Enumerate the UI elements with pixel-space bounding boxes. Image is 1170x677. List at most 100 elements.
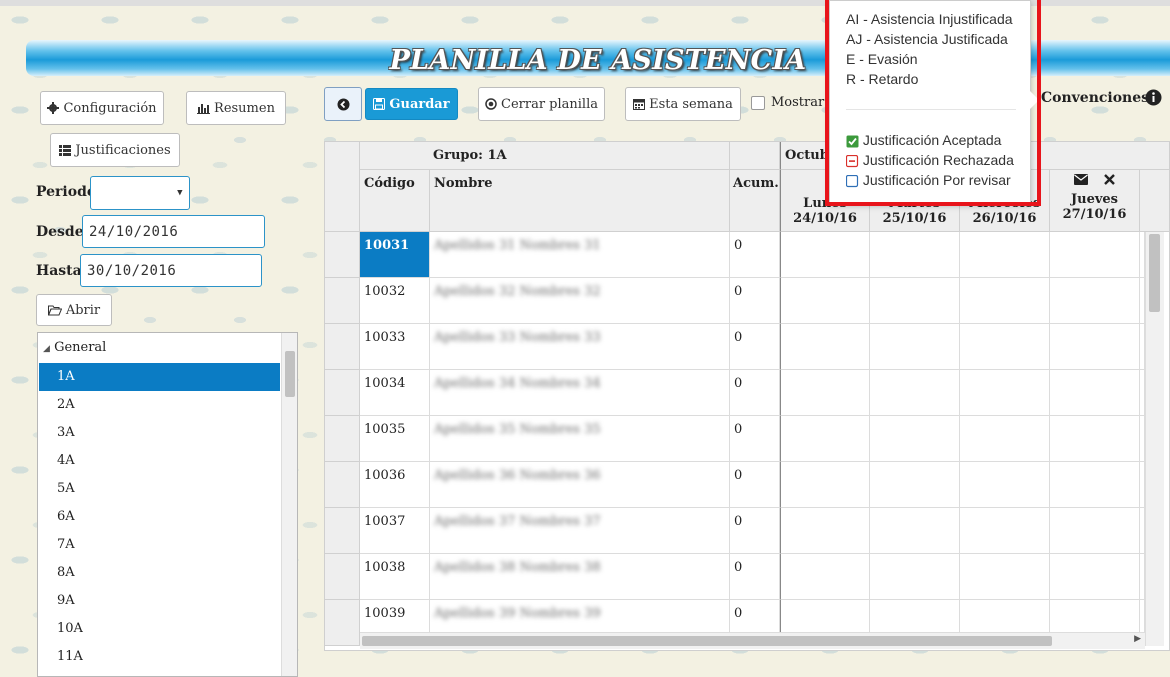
tree-item-5a[interactable]: 5A bbox=[39, 475, 280, 503]
tree-scroll-thumb[interactable] bbox=[285, 351, 295, 397]
attendance-cell[interactable] bbox=[870, 278, 960, 324]
attendance-cell[interactable] bbox=[780, 554, 870, 600]
attendance-cell[interactable] bbox=[1050, 232, 1140, 278]
nombre-cell[interactable]: Apellidos 38 Nombres 38 bbox=[430, 554, 730, 600]
attendance-cell[interactable] bbox=[780, 508, 870, 554]
attendance-cell[interactable] bbox=[780, 278, 870, 324]
cerrar-planilla-button[interactable]: Cerrar planilla bbox=[478, 87, 605, 121]
acum-cell[interactable]: 0 bbox=[730, 232, 780, 278]
attendance-cell[interactable] bbox=[780, 370, 870, 416]
resumen-button[interactable]: Resumen bbox=[186, 91, 286, 125]
nombre-cell[interactable]: Apellidos 36 Nombres 36 bbox=[430, 462, 730, 508]
nombre-cell[interactable]: Apellidos 35 Nombres 35 bbox=[430, 416, 730, 462]
codigo-cell[interactable]: 10038 bbox=[360, 554, 430, 600]
periodo-select[interactable]: ▼ bbox=[90, 176, 190, 210]
row-header[interactable] bbox=[325, 416, 360, 462]
row-header[interactable] bbox=[325, 370, 360, 416]
attendance-cell[interactable] bbox=[960, 324, 1050, 370]
row-header[interactable] bbox=[325, 508, 360, 554]
codigo-cell[interactable]: 10033 bbox=[360, 324, 430, 370]
mostrar-checkbox[interactable] bbox=[751, 96, 765, 110]
justificaciones-button[interactable]: Justificaciones bbox=[50, 133, 180, 167]
nombre-cell[interactable]: Apellidos 33 Nombres 33 bbox=[430, 324, 730, 370]
attendance-cell[interactable] bbox=[780, 462, 870, 508]
grid-horizontal-scrollbar[interactable]: ▶ bbox=[360, 632, 1145, 649]
attendance-cell[interactable] bbox=[960, 232, 1050, 278]
codigo-cell[interactable]: 10032 bbox=[360, 278, 430, 324]
attendance-cell[interactable] bbox=[1050, 462, 1140, 508]
attendance-cell[interactable] bbox=[960, 370, 1050, 416]
row-header[interactable] bbox=[325, 324, 360, 370]
esta-semana-button[interactable]: Esta semana bbox=[625, 87, 741, 121]
tree-scrollbar[interactable] bbox=[281, 333, 297, 676]
acum-cell[interactable]: 0 bbox=[730, 554, 780, 600]
row-header[interactable] bbox=[325, 462, 360, 508]
tree-item-2a[interactable]: 2A bbox=[39, 391, 280, 419]
codigo-cell[interactable]: 10036 bbox=[360, 462, 430, 508]
tree-item-1a[interactable]: 1A bbox=[39, 363, 280, 391]
guardar-button[interactable]: Guardar bbox=[365, 88, 458, 120]
configuracion-button[interactable]: Configuración bbox=[40, 91, 164, 125]
attendance-cell[interactable] bbox=[870, 554, 960, 600]
attendance-cell[interactable] bbox=[1050, 416, 1140, 462]
attendance-cell[interactable] bbox=[960, 508, 1050, 554]
attendance-cell[interactable] bbox=[780, 416, 870, 462]
envelope-icon[interactable] bbox=[1074, 174, 1088, 185]
acum-cell[interactable]: 0 bbox=[730, 508, 780, 554]
row-header[interactable] bbox=[325, 600, 360, 646]
tree-item-7a[interactable]: 7A bbox=[39, 531, 280, 559]
attendance-cell[interactable] bbox=[1050, 508, 1140, 554]
attendance-cell[interactable] bbox=[870, 508, 960, 554]
codigo-cell[interactable]: 10031 bbox=[360, 232, 430, 278]
tree-item-6a[interactable]: 6A bbox=[39, 503, 280, 531]
nombre-cell[interactable]: Apellidos 34 Nombres 34 bbox=[430, 370, 730, 416]
tree-item-10a[interactable]: 10A bbox=[39, 615, 280, 643]
grid-vertical-scrollbar[interactable] bbox=[1145, 232, 1164, 646]
acum-cell[interactable]: 0 bbox=[730, 462, 780, 508]
nombre-cell[interactable]: Apellidos 32 Nombres 32 bbox=[430, 278, 730, 324]
attendance-cell[interactable] bbox=[780, 232, 870, 278]
attendance-cell[interactable] bbox=[870, 370, 960, 416]
row-header[interactable] bbox=[325, 278, 360, 324]
abrir-button[interactable]: Abrir bbox=[36, 294, 112, 326]
attendance-cell[interactable] bbox=[960, 554, 1050, 600]
acum-cell[interactable]: 0 bbox=[730, 278, 780, 324]
acum-cell[interactable]: 0 bbox=[730, 324, 780, 370]
tree-item-3a[interactable]: 3A bbox=[39, 419, 280, 447]
attendance-cell[interactable] bbox=[1050, 554, 1140, 600]
attendance-cell[interactable] bbox=[870, 232, 960, 278]
hasta-field[interactable]: 30/10/2016 bbox=[80, 254, 262, 287]
tree-item-4a[interactable]: 4A bbox=[39, 447, 280, 475]
codigo-cell[interactable]: 10037 bbox=[360, 508, 430, 554]
attendance-cell[interactable] bbox=[960, 416, 1050, 462]
acum-cell[interactable]: 0 bbox=[730, 370, 780, 416]
attendance-cell[interactable] bbox=[870, 324, 960, 370]
desde-field[interactable]: 24/10/2016 bbox=[82, 215, 265, 248]
nombre-cell[interactable]: Apellidos 31 Nombres 31 bbox=[430, 232, 730, 278]
tree-root[interactable]: ◢ General bbox=[39, 335, 280, 361]
attendance-cell[interactable] bbox=[960, 278, 1050, 324]
scroll-right-arrow-icon[interactable]: ▶ bbox=[1134, 634, 1141, 644]
tree-item-9a[interactable]: 9A bbox=[39, 587, 280, 615]
grid-hscroll-thumb[interactable] bbox=[362, 636, 1052, 646]
close-icon[interactable] bbox=[1104, 174, 1115, 185]
row-header[interactable] bbox=[325, 232, 360, 278]
row-header[interactable] bbox=[325, 554, 360, 600]
codigo-cell[interactable]: 10034 bbox=[360, 370, 430, 416]
attendance-cell[interactable] bbox=[870, 416, 960, 462]
attendance-cell[interactable] bbox=[870, 462, 960, 508]
attendance-cell[interactable] bbox=[780, 324, 870, 370]
nombre-cell[interactable]: Apellidos 37 Nombres 37 bbox=[430, 508, 730, 554]
attendance-cell[interactable] bbox=[1050, 370, 1140, 416]
tree-item-11a[interactable]: 11A bbox=[39, 643, 280, 671]
tree-item-8a[interactable]: 8A bbox=[39, 559, 280, 587]
grid-vscroll-thumb[interactable] bbox=[1149, 234, 1160, 312]
acum-cell[interactable]: 0 bbox=[730, 416, 780, 462]
back-button[interactable] bbox=[324, 87, 362, 121]
codigo-cell[interactable]: 10035 bbox=[360, 416, 430, 462]
attendance-cell[interactable] bbox=[960, 462, 1050, 508]
student-name: Apellidos 36 Nombres 36 bbox=[434, 468, 601, 483]
attendance-cell[interactable] bbox=[1050, 278, 1140, 324]
info-icon[interactable] bbox=[1145, 89, 1162, 110]
attendance-cell[interactable] bbox=[1050, 324, 1140, 370]
